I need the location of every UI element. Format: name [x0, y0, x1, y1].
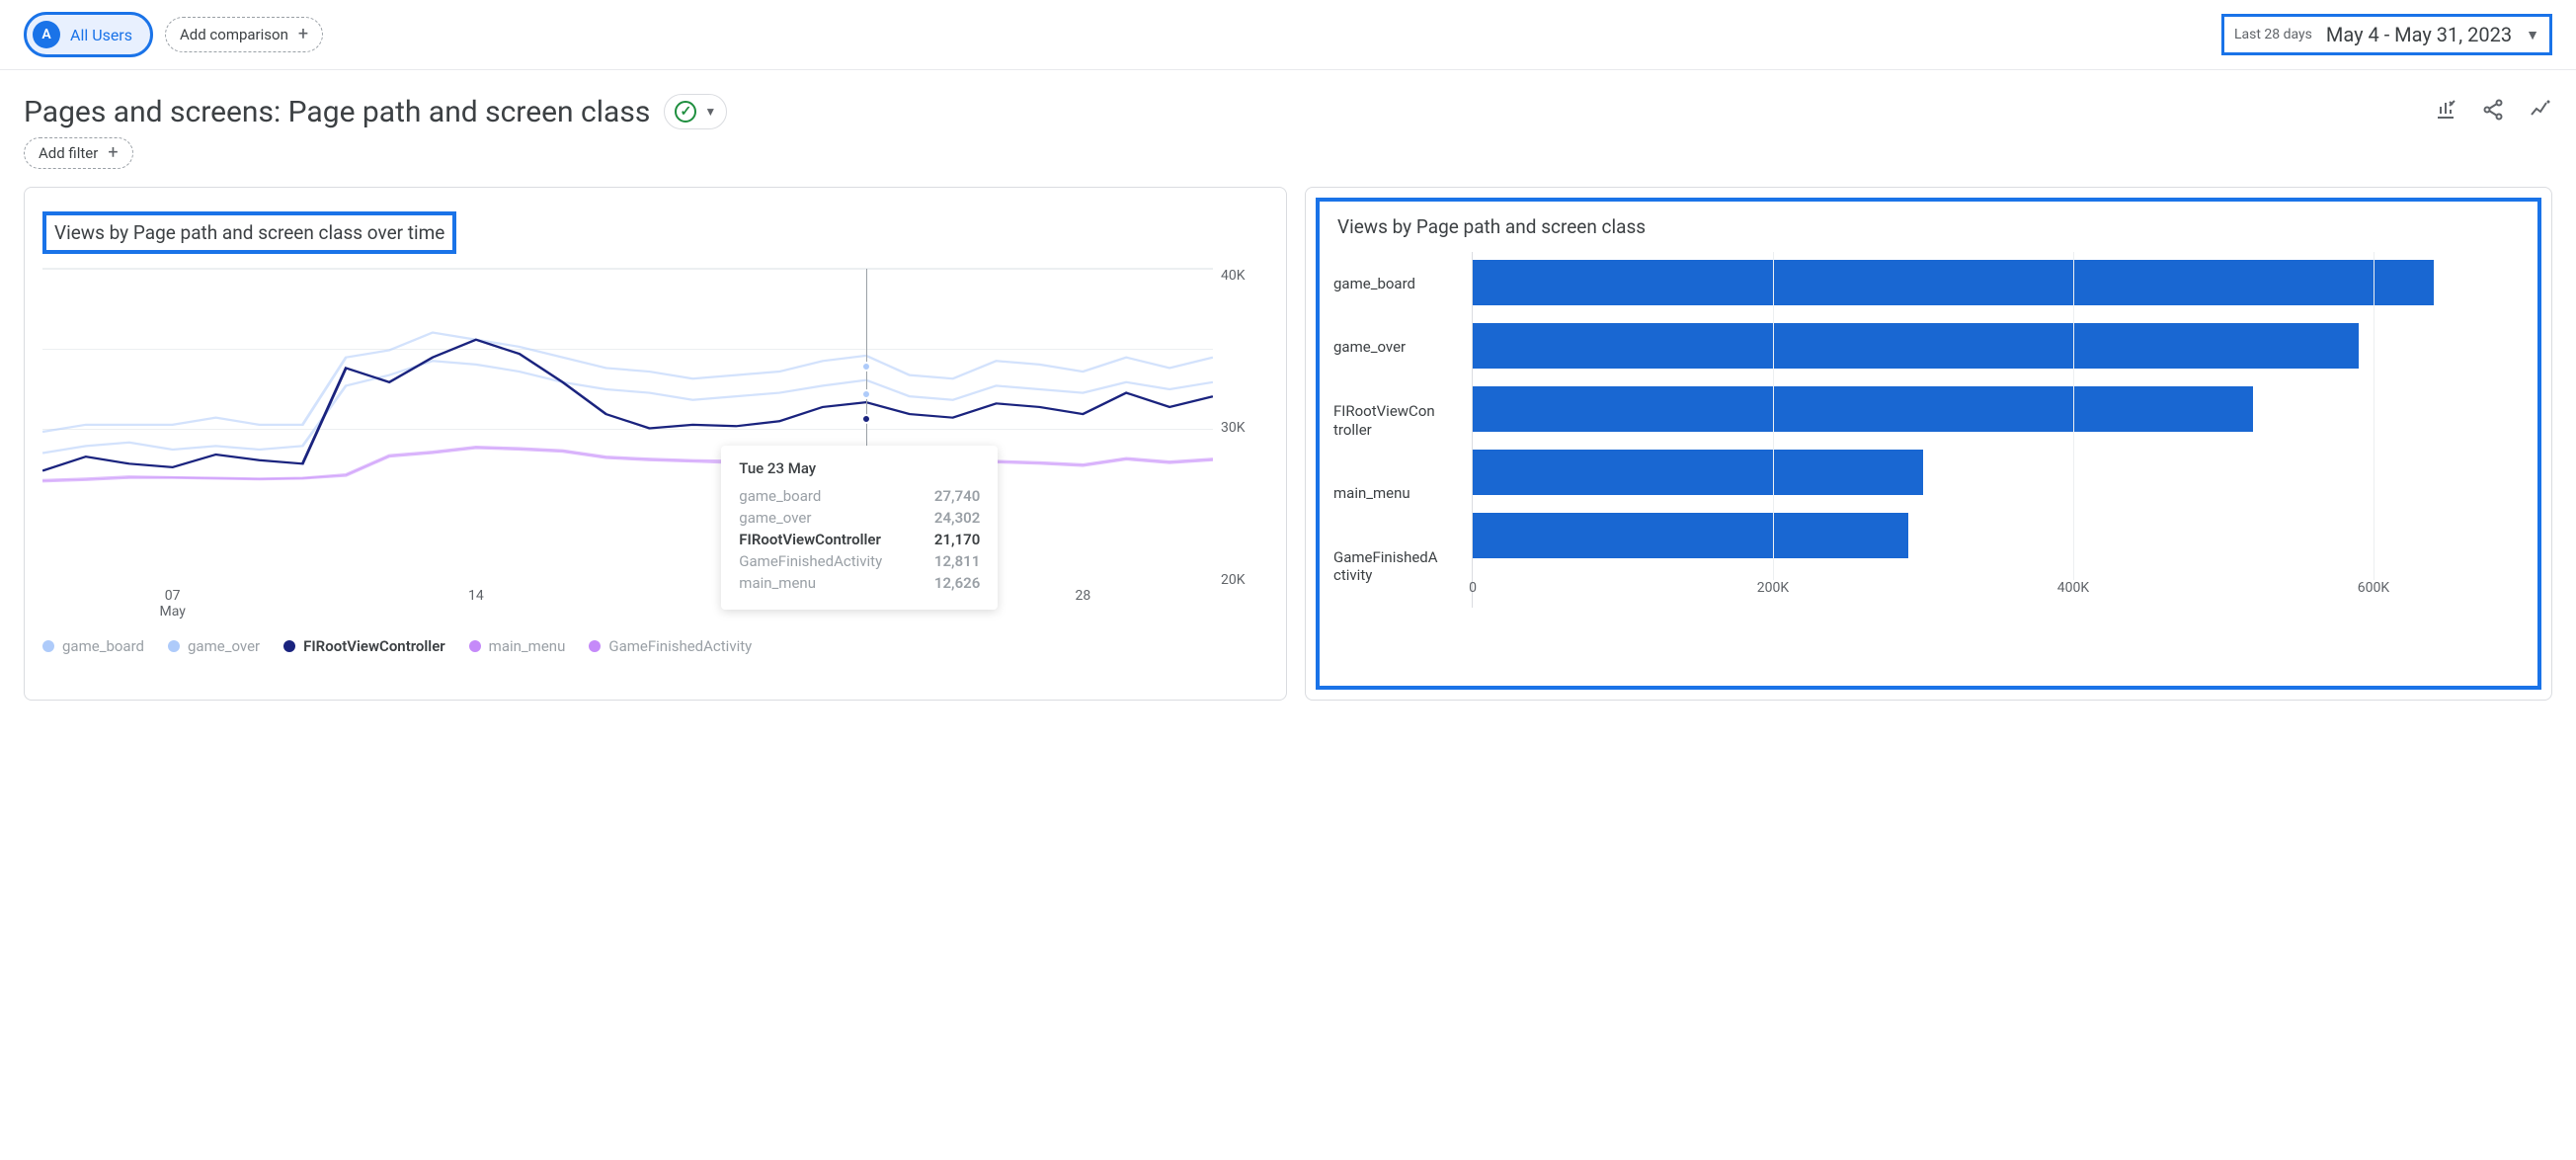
legend-item[interactable]: main_menu [469, 637, 566, 655]
line-chart-title: Views by Page path and screen class over… [42, 211, 456, 254]
bar-chart-card: Views by Page path and screen class game… [1305, 187, 2552, 701]
line-chart-plot[interactable]: 07May142128 Tue 23 May game_board27,740g… [42, 268, 1213, 623]
line-chart-card: Views by Page path and screen class over… [24, 187, 1287, 701]
bar-plot: 0 200K 400K 600K [1472, 252, 2524, 608]
y-tick: 20K [1221, 572, 1268, 588]
tooltip-row: game_over24,302 [739, 509, 980, 527]
bar-chart-area[interactable]: game_board game_over FIRootViewController m… [1333, 252, 2524, 608]
page-header: Pages and screens: Page path and screen … [0, 70, 2576, 133]
legend-item[interactable]: FIRootViewController [283, 637, 445, 655]
legend-dot-icon [469, 640, 481, 652]
bar-label: FIRootViewController [1333, 402, 1462, 440]
legend-dot-icon [283, 640, 295, 652]
segment-all-users[interactable]: A All Users [24, 12, 153, 57]
hover-tooltip: Tue 23 May game_board27,740 game_over24,3… [721, 446, 998, 610]
share-icon[interactable] [2481, 98, 2505, 125]
cards-row: Views by Page path and screen class over… [0, 187, 2576, 724]
hover-point [861, 414, 871, 424]
line-chart-area: 07May142128 Tue 23 May game_board27,740g… [42, 268, 1268, 623]
date-range-value: May 4 - May 31, 2023 [2326, 23, 2512, 46]
bar-row [1473, 323, 2359, 369]
bar-row [1473, 513, 1908, 558]
tooltip-row: FIRootViewController21,170 [739, 531, 980, 548]
x-tick: 07May [159, 588, 185, 620]
bar-row [1473, 450, 1923, 495]
bar-row [1473, 386, 2253, 432]
header-actions [2434, 98, 2552, 125]
legend-dot-icon [589, 640, 601, 652]
tooltip-row: GameFinishedActivity12,811 [739, 552, 980, 570]
bar[interactable] [1473, 450, 1923, 495]
comparison-bar: A All Users Add comparison + Last 28 day… [0, 0, 2576, 70]
bar[interactable] [1473, 260, 2434, 305]
bar-row [1473, 260, 2434, 305]
legend-label: GameFinishedActivity [608, 637, 752, 655]
bar-x-axis: 0200K400K600K [1473, 580, 2524, 608]
hover-point [861, 389, 871, 399]
customize-report-icon[interactable] [2434, 98, 2457, 125]
legend-label: FIRootViewController [303, 637, 445, 655]
legend-label: game_over [188, 637, 260, 655]
page-title: Pages and screens: Page path and screen … [24, 95, 650, 129]
chevron-down-icon: ▼ [704, 105, 716, 119]
tooltip-row: game_board27,740 [739, 487, 980, 505]
bar[interactable] [1473, 386, 2253, 432]
date-range-prefix: Last 28 days [2234, 27, 2312, 42]
date-range-picker[interactable]: Last 28 days May 4 - May 31, 2023 ▼ [2221, 14, 2552, 55]
legend-item[interactable]: game_board [42, 637, 144, 655]
y-tick: 30K [1221, 420, 1268, 436]
segment-avatar: A [33, 21, 60, 48]
line-x-axis: 07May142128 [42, 588, 1213, 623]
x-tick: 14 [468, 588, 484, 604]
insights-icon[interactable] [2529, 98, 2552, 125]
bar-label: game_over [1333, 338, 1462, 357]
check-circle-icon: ✓ [675, 101, 696, 123]
bar-y-labels: game_board game_over FIRootViewController m… [1333, 252, 1472, 608]
plus-icon: + [298, 26, 308, 43]
bar-chart-title: Views by Page path and screen class [1333, 215, 2524, 238]
bar-x-tick: 200K [1757, 580, 1789, 596]
title-wrap: Pages and screens: Page path and screen … [24, 94, 727, 129]
filter-row: Add filter + [0, 133, 2576, 187]
bar-x-tick: 600K [2358, 580, 2389, 596]
legend-item[interactable]: GameFinishedActivity [589, 637, 752, 655]
add-filter-label: Add filter [39, 144, 98, 162]
y-tick: 40K [1221, 268, 1268, 284]
bar-label: main_menu [1333, 484, 1462, 503]
legend-dot-icon [168, 640, 180, 652]
legend-label: main_menu [489, 637, 566, 655]
tooltip-row: main_menu12,626 [739, 574, 980, 592]
x-tick: 28 [1075, 588, 1090, 604]
add-filter-button[interactable]: Add filter + [24, 137, 133, 169]
legend-label: game_board [62, 637, 144, 655]
add-comparison-button[interactable]: Add comparison + [165, 17, 323, 52]
legend-dot-icon [42, 640, 54, 652]
add-comparison-label: Add comparison [180, 26, 288, 43]
bar-label: GameFinishedActivity [1333, 548, 1462, 586]
bar-x-tick: 400K [2057, 580, 2089, 596]
bar[interactable] [1473, 513, 1908, 558]
bar-x-tick: 0 [1469, 580, 1477, 596]
tooltip-date: Tue 23 May [739, 459, 980, 477]
hover-point [861, 362, 871, 372]
legend-item[interactable]: game_over [168, 637, 260, 655]
bar-label: game_board [1333, 275, 1462, 293]
line-chart-legend: game_board game_over FIRootViewController m… [42, 637, 1268, 655]
bar[interactable] [1473, 323, 2359, 369]
topbar-left: A All Users Add comparison + [24, 12, 323, 57]
segment-label: All Users [70, 26, 132, 44]
line-y-axis: 40K 30K 20K [1213, 268, 1268, 623]
plus-icon: + [108, 144, 118, 162]
chevron-down-icon: ▼ [2526, 27, 2539, 43]
status-check-pill[interactable]: ✓ ▼ [664, 94, 727, 129]
